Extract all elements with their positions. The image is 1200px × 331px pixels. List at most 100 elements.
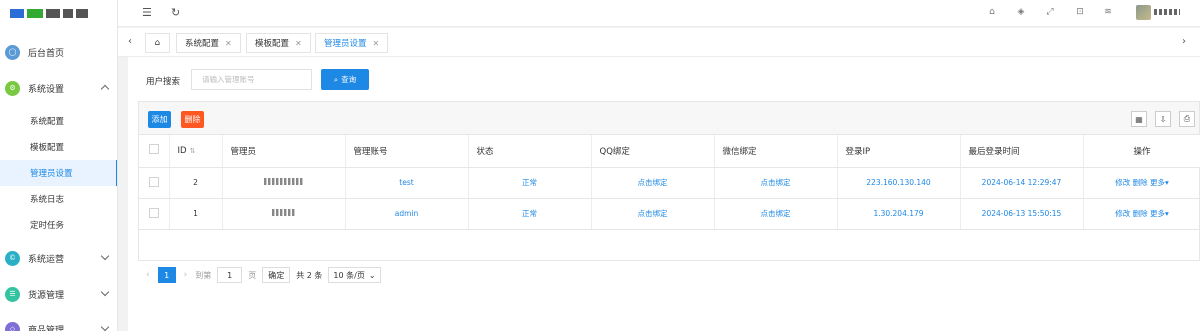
tab-template-config[interactable]: 模板配置 ✕ (246, 33, 311, 53)
search-placeholder: 请输入管理账号 (202, 75, 255, 84)
column-header-ip: 登录IP (837, 135, 961, 168)
column-header-actions: 操作 (1083, 135, 1200, 168)
lock-icon[interactable]: ⊡ (1074, 6, 1086, 18)
cell-actions: 修改 删除 更多▾ (1083, 198, 1200, 230)
sidebar-subitem-system-config[interactable]: 系统配置 (0, 108, 117, 134)
delete-button[interactable]: 删除 (181, 111, 204, 128)
qq-bind-link[interactable]: 点击绑定 (591, 167, 715, 199)
cell-admin (222, 198, 346, 230)
qq-bind-link[interactable]: 点击绑定 (591, 198, 715, 230)
row-checkbox[interactable] (139, 198, 170, 230)
column-header-qq: QQ绑定 (591, 135, 715, 168)
chevron-down-icon: ⌄ (368, 270, 376, 280)
close-icon[interactable]: ✕ (295, 39, 302, 48)
delete-link[interactable]: 删除 (1133, 209, 1148, 218)
tab-home[interactable]: ⌂ (145, 33, 170, 53)
tab-scroll-left-icon[interactable]: ‹ (128, 36, 132, 47)
tag-icon[interactable]: ◈ (1015, 6, 1027, 18)
admin-table: 添加 删除 ▦ ⇩ ⎙ ID ⇅ 管理员 管理账号 状态 QQ绑定 微信绑定 登… (138, 101, 1200, 261)
sidebar-subitem-label: 管理员设置 (30, 169, 73, 179)
sort-icon[interactable]: ⇅ (190, 147, 196, 155)
column-header-id[interactable]: ID ⇅ (169, 135, 223, 168)
cell-status: 正常 (468, 167, 592, 199)
pagination: ‹ 1 › 到第 1 页 确定 共 2 条 10 条/页 ⌄ (138, 264, 381, 286)
product-icon: ◇ (5, 321, 20, 331)
page-size-select[interactable]: 10 条/页 ⌄ (328, 267, 381, 283)
add-button[interactable]: 添加 (148, 111, 171, 128)
home-icon: ◯ (5, 44, 20, 60)
menu-toggle-icon[interactable]: ☰ (142, 6, 152, 20)
more-link[interactable]: 更多 (1150, 209, 1165, 218)
page-current[interactable]: 1 (157, 267, 176, 283)
sidebar-subitem-system-log[interactable]: 系统日志 (0, 186, 117, 212)
wechat-bind-link[interactable]: 点击绑定 (714, 198, 838, 230)
search-button[interactable]: ⌕ 查询 (321, 69, 369, 90)
home-icon: ⌂ (154, 38, 161, 48)
search-label: 用户搜索 (146, 77, 181, 87)
close-icon[interactable]: ✕ (225, 39, 232, 48)
more-link[interactable]: 更多 (1150, 178, 1165, 187)
sidebar-item-products[interactable]: ◇ 商品管理 (0, 316, 117, 331)
export-icon[interactable]: ⇩ (1155, 111, 1171, 127)
table-header-row: ID ⇅ 管理员 管理账号 状态 QQ绑定 微信绑定 登录IP 最后登录时间 操作 (139, 135, 1200, 168)
tab-system-config[interactable]: 系统配置 ✕ (176, 33, 241, 53)
page-unit-label: 页 (248, 270, 257, 280)
sidebar-item-system-settings[interactable]: ⚙ 系统设置 (0, 75, 117, 101)
sidebar-item-goods-source[interactable]: ☰ 货源管理 (0, 281, 117, 307)
sidebar-item-operations[interactable]: © 系统运营 (0, 245, 117, 271)
close-icon[interactable]: ✕ (373, 39, 380, 48)
cell-status: 正常 (468, 198, 592, 230)
page-input[interactable]: 1 (217, 267, 243, 283)
sidebar-subitem-template-config[interactable]: 模板配置 (0, 134, 117, 160)
search-input[interactable]: 请输入管理账号 (191, 69, 312, 90)
delete-link[interactable]: 删除 (1133, 178, 1148, 187)
chevron-down-icon (100, 322, 110, 331)
sidebar-item-label: 商品管理 (28, 325, 65, 331)
app: ◯ 后台首页 ⚙ 系统设置 系统配置 模板配置 管理员设置 系统日志 定时任务 … (0, 0, 1200, 331)
table-row: 2 test 正常 点击绑定 点击绑定 223.160.130.140 2024… (139, 167, 1200, 199)
goods-icon: ☰ (5, 286, 20, 302)
next-page-icon[interactable]: › (184, 270, 188, 280)
refresh-icon[interactable]: ↻ (171, 6, 180, 20)
sidebar-subitem-scheduled-tasks[interactable]: 定时任务 (0, 212, 117, 238)
select-all-checkbox[interactable] (139, 135, 170, 168)
sidebar-item-label: 系统运营 (28, 254, 65, 265)
fullscreen-icon[interactable]: ⤢ (1044, 6, 1056, 18)
column-header-account: 管理账号 (345, 135, 469, 168)
column-header-status: 状态 (468, 135, 592, 168)
goto-label: 到第 (195, 270, 212, 280)
columns-filter-icon[interactable]: ▦ (1131, 111, 1147, 127)
sidebar-item-dashboard[interactable]: ◯ 后台首页 (0, 39, 117, 65)
tab-bar: ‹ ⌂ 系统配置 ✕ 模板配置 ✕ 管理员设置 ✕ › (118, 28, 1200, 57)
row-checkbox[interactable] (139, 167, 170, 199)
edit-link[interactable]: 修改 (1115, 209, 1130, 218)
cell-id: 2 (169, 167, 223, 199)
sidebar-subitem-admin-settings[interactable]: 管理员设置 (0, 160, 117, 186)
sidebar-subitem-label: 系统日志 (30, 195, 65, 205)
cell-id: 1 (169, 198, 223, 230)
sidebar: ◯ 后台首页 ⚙ 系统设置 系统配置 模板配置 管理员设置 系统日志 定时任务 … (0, 0, 118, 331)
cell-last-login: 2024-06-14 12:29:47 (960, 167, 1084, 199)
avatar[interactable] (1136, 5, 1151, 20)
wechat-bind-link[interactable]: 点击绑定 (714, 167, 838, 199)
sidebar-subitem-label: 系统配置 (30, 117, 65, 127)
caret-down-icon: ▾ (1165, 178, 1169, 187)
sidebar-subitem-label: 定时任务 (30, 221, 65, 231)
prev-page-icon[interactable]: ‹ (146, 270, 150, 280)
home-icon[interactable]: ⌂ (986, 6, 998, 18)
tab-label: 系统配置 (185, 39, 220, 49)
column-header-wechat: 微信绑定 (714, 135, 838, 168)
page-size-value: 10 条/页 (333, 270, 365, 280)
tab-admin-settings[interactable]: 管理员设置 ✕ (315, 33, 389, 53)
table-row: 1 admin 正常 点击绑定 点击绑定 1.30.204.179 2024-0… (139, 198, 1200, 230)
tab-scroll-right-icon[interactable]: › (1182, 36, 1186, 47)
edit-link[interactable]: 修改 (1115, 178, 1130, 187)
sidebar-subitem-label: 模板配置 (30, 143, 65, 153)
caret-down-icon: ▾ (1165, 209, 1169, 218)
confirm-button[interactable]: 确定 (262, 267, 291, 283)
print-icon[interactable]: ⎙ (1179, 111, 1195, 127)
theme-icon[interactable]: ≋ (1102, 6, 1114, 18)
cell-account: test (345, 167, 469, 199)
user-menu[interactable] (1154, 9, 1180, 15)
sidebar-item-label: 系统设置 (28, 84, 65, 95)
